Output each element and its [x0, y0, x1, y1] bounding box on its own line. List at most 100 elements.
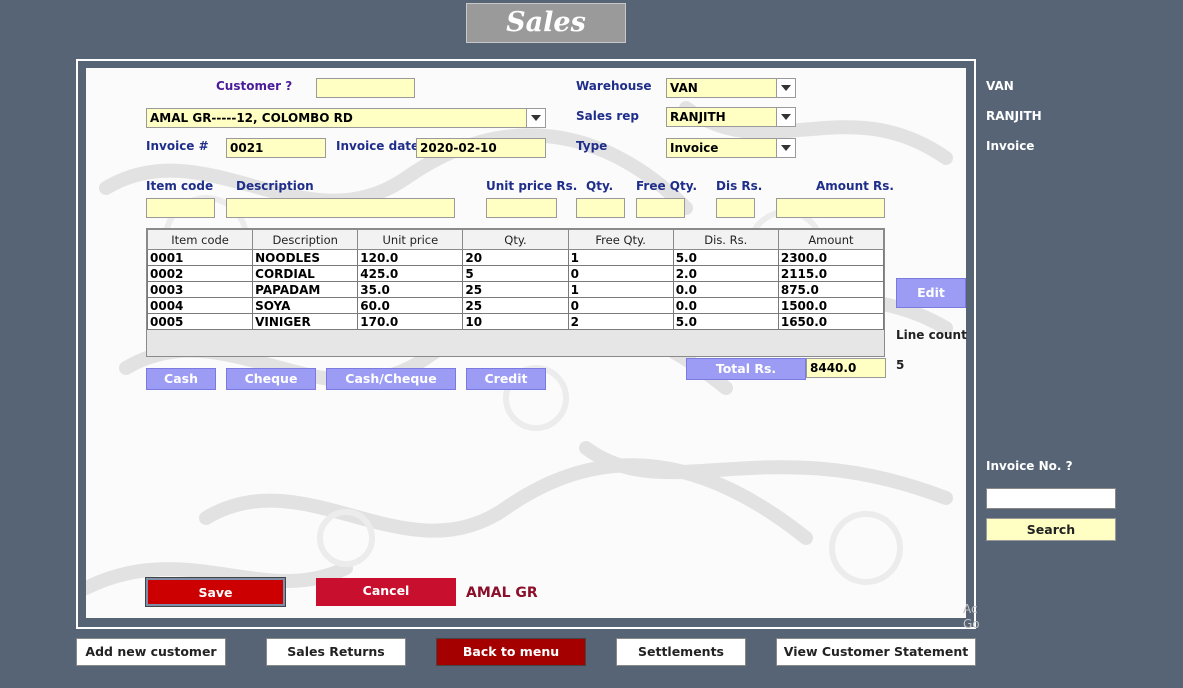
cancel-button[interactable]: Cancel — [316, 578, 456, 606]
search-button[interactable]: Search — [986, 518, 1116, 541]
warehouse-select-value: VAN — [670, 81, 698, 95]
total-value: 8440.0 — [806, 358, 886, 378]
table-cell: 1500.0 — [777, 297, 885, 314]
table-cell: 1 — [567, 281, 674, 298]
column-header[interactable]: Dis. Rs. — [672, 229, 779, 250]
table-header-row: Item code Description Unit price Qty. Fr… — [146, 229, 885, 250]
table-cell: 5 — [462, 265, 569, 282]
chevron-down-icon[interactable] — [776, 79, 795, 97]
column-header[interactable]: Description — [252, 229, 359, 250]
warehouse-label: Warehouse — [576, 79, 652, 93]
column-header[interactable]: Unit price — [357, 229, 464, 250]
type-select-value: Invoice — [670, 141, 719, 155]
description-label: Description — [236, 179, 314, 193]
back-to-menu-button[interactable]: Back to menu — [436, 638, 586, 666]
cash-button[interactable]: Cash — [146, 368, 216, 390]
table-row[interactable]: 0004 SOYA 60.0 25 0 0.0 1500.0 — [146, 297, 885, 314]
chevron-down-icon[interactable] — [776, 139, 795, 157]
table-cell: 20 — [462, 249, 569, 266]
table-cell: 25 — [462, 297, 569, 314]
table-cell: SOYA — [252, 297, 359, 314]
table-cell: 0.0 — [672, 281, 779, 298]
customer-query-label: Customer ? — [216, 79, 293, 93]
column-header[interactable]: Qty. — [462, 229, 569, 250]
page-title: Sales — [466, 3, 626, 43]
table-cell: 0 — [567, 265, 674, 282]
invoice-search-input[interactable] — [986, 488, 1116, 509]
table-cell: 0002 — [146, 265, 254, 282]
table-cell: 60.0 — [357, 297, 464, 314]
invoice-date-label: Invoice date — [336, 139, 420, 153]
type-select[interactable]: Invoice — [666, 138, 796, 158]
table-cell: 1650.0 — [777, 313, 885, 330]
save-button[interactable]: Save — [145, 577, 286, 607]
cash-cheque-button[interactable]: Cash/Cheque — [326, 368, 456, 390]
table-cell: 0005 — [146, 313, 254, 330]
description-input[interactable] — [226, 198, 455, 218]
side-warehouse: VAN — [986, 79, 1014, 93]
item-code-label: Item code — [146, 179, 214, 193]
customer-select-value: AMAL GR-----12, COLOMBO RD — [150, 111, 353, 125]
discount-input[interactable] — [716, 198, 755, 218]
add-new-customer-button[interactable]: Add new customer — [76, 638, 226, 666]
table-cell: 35.0 — [357, 281, 464, 298]
discount-label: Dis Rs. — [716, 179, 763, 193]
sales-returns-button[interactable]: Sales Returns — [266, 638, 406, 666]
view-customer-statement-button[interactable]: View Customer Statement — [776, 638, 976, 666]
invoice-search-label: Invoice No. ? — [986, 459, 1073, 473]
table-cell: 0004 — [146, 297, 254, 314]
table-cell: 1 — [567, 249, 674, 266]
item-code-input[interactable] — [146, 198, 215, 218]
column-header[interactable]: Free Qty. — [567, 229, 674, 250]
line-count-label: Line count — [896, 328, 967, 342]
cheque-button[interactable]: Cheque — [226, 368, 316, 390]
table-cell: 0003 — [146, 281, 254, 298]
side-sales-rep: RANJITH — [986, 109, 1042, 123]
activation-watermark: Ac Go — [963, 602, 980, 631]
invoice-number-label: Invoice # — [146, 139, 209, 153]
table-cell: 2115.0 — [777, 265, 885, 282]
table-cell: 5.0 — [672, 249, 779, 266]
customer-select[interactable]: AMAL GR-----12, COLOMBO RD — [146, 108, 546, 128]
table-row[interactable]: 0005 VINIGER 170.0 10 2 5.0 1650.0 — [146, 313, 885, 330]
unit-price-label: Unit price Rs. — [486, 179, 578, 193]
unit-price-input[interactable] — [486, 198, 557, 218]
free-qty-input[interactable] — [636, 198, 685, 218]
qty-label: Qty. — [586, 179, 614, 193]
table-row[interactable]: 0002 CORDIAL 425.0 5 0 2.0 2115.0 — [146, 265, 885, 282]
customer-query-input[interactable] — [316, 78, 415, 98]
table-cell: 170.0 — [357, 313, 464, 330]
column-header[interactable]: Item code — [146, 229, 254, 250]
warehouse-select[interactable]: VAN — [666, 78, 796, 98]
table-cell: 0001 — [146, 249, 254, 266]
table-cell: 120.0 — [357, 249, 464, 266]
table-row[interactable]: 0001 NOODLES 120.0 20 1 5.0 2300.0 — [146, 249, 885, 266]
table-cell: 425.0 — [357, 265, 464, 282]
credit-button[interactable]: Credit — [466, 368, 546, 390]
table-cell: VINIGER — [252, 313, 359, 330]
type-label: Type — [576, 139, 608, 153]
qty-input[interactable] — [576, 198, 625, 218]
edit-button[interactable]: Edit — [896, 278, 966, 308]
chevron-down-icon[interactable] — [526, 109, 545, 127]
chevron-down-icon[interactable] — [776, 108, 795, 126]
amount-input[interactable] — [776, 198, 885, 218]
sales-rep-select[interactable]: RANJITH — [666, 107, 796, 127]
settlements-button[interactable]: Settlements — [616, 638, 746, 666]
table-row[interactable]: 0003 PAPADAM 35.0 25 1 0.0 875.0 — [146, 281, 885, 298]
total-label: Total Rs. — [686, 358, 806, 380]
invoice-date-input[interactable]: 2020-02-10 — [416, 138, 546, 158]
table-cell: CORDIAL — [252, 265, 359, 282]
table-cell: 2 — [567, 313, 674, 330]
column-header[interactable]: Amount — [777, 229, 885, 250]
table-cell: 0.0 — [672, 297, 779, 314]
sales-rep-label: Sales rep — [576, 109, 639, 123]
table-cell: 2300.0 — [777, 249, 885, 266]
table-cell: PAPADAM — [252, 281, 359, 298]
invoice-number-input[interactable]: 0021 — [226, 138, 326, 158]
amount-label: Amount Rs. — [816, 179, 894, 193]
line-count-value: 5 — [896, 358, 905, 372]
table-cell: 10 — [462, 313, 569, 330]
free-qty-label: Free Qty. — [636, 179, 698, 193]
invoice-lines-table[interactable]: Item code Description Unit price Qty. Fr… — [146, 228, 885, 357]
